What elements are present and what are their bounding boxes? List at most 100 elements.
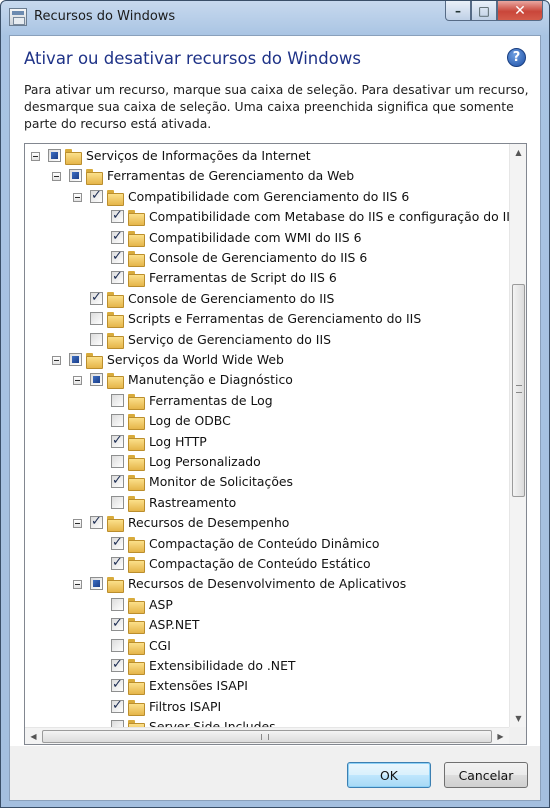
maximize-button[interactable]: □ (471, 1, 497, 21)
feature-checkbox[interactable] (111, 616, 124, 632)
feature-checkbox[interactable] (111, 495, 124, 509)
folder-icon (86, 353, 103, 369)
tree-item-label: Compatibilidade com Metabase do IIS e co… (149, 209, 509, 225)
feature-checkbox[interactable] (111, 698, 124, 713)
feature-checkbox[interactable] (111, 229, 124, 244)
feature-checkbox[interactable] (90, 577, 103, 591)
tree-item[interactable]: Serviço de Gerenciamento do IIS (25, 330, 509, 350)
tree-item[interactable]: Compactação de Conteúdo Estático (25, 554, 509, 574)
collapse-icon[interactable] (73, 580, 82, 590)
tree-item[interactable]: Server-Side Includes (25, 717, 509, 727)
collapse-icon[interactable] (73, 376, 82, 386)
tree-item[interactable]: Serviços de Informações da Internet (25, 146, 509, 166)
tree-item[interactable]: ASP.NET (25, 615, 509, 635)
feature-checkbox[interactable] (111, 638, 124, 652)
feature-checkbox[interactable] (111, 657, 124, 672)
tree-item[interactable]: Serviços da World Wide Web (25, 350, 509, 370)
feature-checkbox[interactable] (111, 208, 124, 224)
tree-item[interactable]: Log HTTP (25, 432, 509, 452)
folder-icon (128, 495, 145, 512)
folder-icon (128, 679, 145, 696)
feature-checkbox[interactable] (90, 312, 103, 326)
tree-item[interactable]: Extensibilidade do .NET (25, 656, 509, 676)
dialog-window: Recursos do Windows – □ ✕ Ativar ou desa… (0, 0, 550, 808)
feature-checkbox[interactable] (111, 249, 124, 264)
feature-checkbox[interactable] (111, 414, 124, 428)
tree-item-label: Serviço de Gerenciamento do IIS (128, 331, 331, 347)
tree-item[interactable]: Monitor de Solicitações (25, 472, 509, 492)
feature-checkbox[interactable] (69, 169, 82, 183)
vertical-scrollbar[interactable]: ▲ ▼ (509, 144, 526, 727)
feature-checkbox[interactable] (111, 455, 124, 468)
cancel-button[interactable]: Cancelar (444, 762, 528, 788)
tree-item-label: Serviços de Informações da Internet (86, 148, 311, 163)
feature-checkbox[interactable] (90, 373, 103, 387)
folder-icon (128, 659, 145, 675)
feature-checkbox[interactable] (90, 514, 103, 530)
tree-item[interactable]: Filtros ISAPI (25, 697, 509, 717)
collapse-icon[interactable] (52, 356, 61, 365)
tree-item-label: Ferramentas de Gerenciamento da Web (107, 168, 355, 184)
collapse-icon[interactable] (31, 152, 40, 161)
vertical-scroll-thumb[interactable] (512, 284, 525, 497)
scroll-left-icon[interactable]: ◀ (25, 728, 42, 744)
feature-checkbox[interactable] (90, 332, 103, 346)
feature-checkbox[interactable] (111, 269, 124, 285)
folder-icon (128, 414, 145, 431)
collapse-icon[interactable] (73, 519, 82, 529)
tree-item[interactable]: Recursos de Desempenho (25, 513, 509, 533)
feature-checkbox[interactable] (111, 535, 124, 550)
tree-item[interactable]: Manutenção e Diagnóstico (25, 370, 509, 390)
tree-item-label: Compatibilidade com WMI do IIS 6 (149, 229, 362, 245)
feature-checkbox[interactable] (111, 433, 124, 448)
close-button[interactable]: ✕ (497, 1, 543, 21)
feature-checkbox[interactable] (48, 149, 61, 162)
tree-item[interactable]: Compatibilidade com Gerenciamento do IIS… (25, 187, 509, 207)
tree-item[interactable]: Log de ODBC (25, 411, 509, 431)
tree-item[interactable]: Console de Gerenciamento do IIS 6 (25, 248, 509, 268)
feature-checkbox[interactable] (111, 677, 124, 693)
folder-icon (128, 699, 145, 716)
title-bar[interactable]: Recursos do Windows – □ ✕ (1, 1, 549, 35)
tree-item[interactable]: Compatibilidade com Metabase do IIS e co… (25, 207, 509, 227)
page-title: Ativar ou desativar recursos do Windows (24, 49, 361, 68)
tree-item[interactable]: Compatibilidade com WMI do IIS 6 (25, 228, 509, 248)
collapse-icon[interactable] (73, 192, 82, 202)
folder-icon (128, 597, 145, 614)
help-icon[interactable]: ? (507, 48, 526, 67)
ok-button[interactable]: OK (347, 762, 431, 788)
tree-item[interactable]: Ferramentas de Log (25, 391, 509, 411)
tree-item[interactable]: Extensões ISAPI (25, 676, 509, 696)
tree-item[interactable]: CGI (25, 636, 509, 656)
feature-checkbox[interactable] (111, 597, 124, 611)
features-tree[interactable]: Serviços de Informações da Internet Ferra… (24, 143, 527, 745)
scroll-right-icon[interactable]: ▶ (492, 728, 509, 744)
scroll-up-icon[interactable]: ▲ (510, 144, 526, 161)
content-panel: Ativar ou desativar recursos do Windows … (10, 36, 540, 746)
horizontal-scroll-thumb[interactable] (42, 730, 492, 743)
feature-checkbox[interactable] (111, 393, 124, 407)
tree-item[interactable]: Compactação de Conteúdo Dinâmico (25, 534, 509, 554)
folder-icon (86, 169, 103, 186)
feature-checkbox[interactable] (111, 473, 124, 489)
tree-item[interactable]: Recursos de Desenvolvimento de Aplicativ… (25, 574, 509, 594)
feature-checkbox[interactable] (111, 555, 124, 570)
tree-item[interactable]: Ferramentas de Script do IIS 6 (25, 268, 509, 288)
tree-item[interactable]: Rastreamento (25, 493, 509, 513)
feature-checkbox[interactable] (90, 188, 103, 203)
feature-checkbox[interactable] (111, 720, 124, 727)
tree-item-label: Extensões ISAPI (149, 678, 248, 694)
feature-checkbox[interactable] (90, 290, 103, 305)
tree-item[interactable]: Scripts e Ferramentas de Gerenciamento d… (25, 309, 509, 329)
feature-checkbox[interactable] (69, 353, 82, 366)
tree-item-label: Manutenção e Diagnóstico (128, 372, 293, 388)
minimize-button[interactable]: – (445, 1, 471, 21)
tree-item[interactable]: Ferramentas de Gerenciamento da Web (25, 166, 509, 186)
scroll-down-icon[interactable]: ▼ (510, 710, 526, 727)
tree-item-label: Console de Gerenciamento do IIS (128, 290, 335, 306)
tree-item[interactable]: Log Personalizado (25, 452, 509, 472)
tree-item[interactable]: Console de Gerenciamento do IIS (25, 289, 509, 309)
tree-item[interactable]: ASP (25, 595, 509, 615)
collapse-icon[interactable] (52, 172, 61, 182)
horizontal-scrollbar[interactable]: ◀ ▶ (25, 727, 509, 744)
